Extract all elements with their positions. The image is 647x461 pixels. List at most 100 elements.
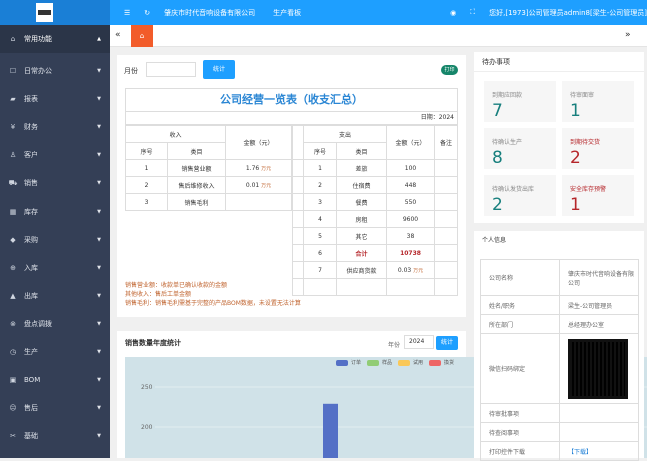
chevron-down-icon: ▼ — [97, 320, 101, 327]
sidebar-icon: ♙ — [9, 151, 17, 160]
unit: 万元 — [261, 182, 272, 189]
category: 餐费 — [336, 193, 387, 211]
todo-label: 到期待交货 — [570, 139, 601, 146]
chevron-down-icon: ▼ — [97, 349, 101, 355]
legend-label[interactable]: 试用 — [413, 360, 423, 366]
todo-title: 待办事项 — [474, 52, 644, 72]
unit: 万元 — [261, 165, 272, 172]
note: 销售营业额：收款单已确认收款的金额 — [125, 282, 228, 289]
summary-date: 日期：2024 — [125, 111, 458, 125]
sidebar-item[interactable]: ☹ 售后 ▼ — [0, 394, 110, 422]
info-key: 姓名/职务 — [480, 295, 560, 315]
chart-title: 销售数量年度统计 — [125, 339, 181, 347]
sidebar-item[interactable]: ◷ 生产 ▼ — [0, 338, 110, 366]
sidebar-item-label: 库存 — [24, 207, 38, 216]
todo-tile[interactable]: 待审面审 1 — [562, 81, 634, 122]
category: 销售毛利 — [167, 193, 226, 211]
todo-count: 1 — [570, 195, 581, 215]
todo-label: 待确认发货出库 — [492, 186, 535, 193]
amount-header: 金额（元） — [225, 125, 292, 160]
amount-header: 金额（元） — [386, 125, 435, 160]
scroll-left-icon[interactable]: « — [115, 30, 121, 40]
seq: 3 — [125, 193, 168, 211]
sidebar-icon: ⊗ — [10, 319, 16, 328]
table-row: 6 合计 10738 — [292, 244, 458, 262]
theme-icon[interactable]: ◉ — [450, 9, 456, 17]
company-link[interactable]: 肇庆市时代音响设备有限公司 — [164, 8, 255, 18]
sidebar-item[interactable]: ▦ 库存 ▼ — [0, 198, 110, 226]
seq: 5 — [303, 227, 337, 245]
seq: 7 — [303, 261, 337, 279]
info-value: 梁生-公司管理员 — [559, 295, 639, 315]
sidebar-icon: ◆ — [10, 235, 16, 244]
sidebar-item[interactable]: ✂ 基础 ▼ — [0, 422, 110, 450]
todo-label: 安全库存预警 — [570, 186, 607, 193]
chevron-down-icon: ▼ — [97, 124, 101, 131]
chevron-down-icon: ▼ — [97, 236, 101, 243]
seq: 2 — [125, 176, 168, 194]
sidebar-item[interactable]: ☐ 日常办公 ▼ — [0, 57, 110, 85]
seq: 2 — [303, 176, 337, 194]
sidebar-item[interactable]: ⊕ 入库 ▼ — [0, 254, 110, 282]
amount: 448 — [386, 176, 435, 194]
todo-label: 到期应回款 — [492, 92, 523, 99]
category: 销售营业额 — [167, 159, 226, 177]
table-row: 2 住宿费 448 — [292, 176, 458, 194]
legend-label[interactable]: 換货 — [444, 360, 454, 366]
tab-home[interactable]: ⌂ — [131, 25, 153, 47]
todo-tile[interactable]: 待确认生产 8 — [484, 128, 556, 169]
sidebar-icon: ▣ — [9, 376, 17, 385]
production-board-link[interactable]: 生产看板 — [273, 8, 301, 18]
scroll-right-icon[interactable]: » — [625, 30, 631, 40]
sidebar-item[interactable]: ◆ 采购 ▼ — [0, 226, 110, 254]
sidebar-item[interactable]: ♙ 客户 ▼ — [0, 141, 110, 169]
sidebar-item[interactable]: ⌂ 常用功能 ▲ — [0, 25, 110, 53]
print-button[interactable]: 打印 — [441, 65, 458, 75]
sidebar-item[interactable]: ⊗ 盘点调拨 ▼ — [0, 310, 110, 338]
sidebar-item-label: 盘点调拨 — [24, 319, 52, 328]
chevron-down-icon: ▼ — [97, 433, 101, 440]
sidebar-item-label: BOM — [24, 376, 41, 385]
sidebar-item[interactable]: ▣ BOM ▼ — [0, 366, 110, 394]
legend-swatch — [398, 359, 411, 366]
sidebar-item[interactable]: ⛟ 销售 ▼ — [0, 169, 110, 197]
remark-header: 备注 — [434, 125, 458, 160]
month-input[interactable] — [146, 62, 196, 77]
todo-count: 2 — [492, 195, 503, 215]
seq: 3 — [303, 193, 337, 211]
todo-tile[interactable]: 安全库存预警 1 — [562, 175, 634, 216]
legend-swatch — [367, 359, 380, 366]
year-input[interactable]: 2024 — [404, 335, 434, 349]
info-key: 待审批事项 — [480, 403, 560, 423]
sidebar-item-label: 销售 — [24, 179, 38, 188]
expense-header: 支出 — [303, 125, 387, 143]
qr-code — [568, 338, 628, 399]
legend-label[interactable]: 样品 — [382, 360, 392, 366]
category: 其它 — [336, 227, 387, 245]
todo-tile[interactable]: 到期待交货 2 — [562, 128, 634, 169]
fullscreen-icon[interactable]: ⛶ — [470, 8, 475, 17]
chevron-down-icon: ▼ — [97, 152, 101, 159]
legend-label[interactable]: 订单 — [351, 360, 361, 366]
sidebar-item[interactable]: ▰ 报表 ▼ — [0, 85, 110, 113]
chart-stat-button[interactable]: 统计 — [436, 336, 458, 350]
stat-button[interactable]: 统计 — [203, 60, 235, 79]
todo-tile[interactable]: 到期应回款 7 — [484, 81, 556, 122]
sidebar-item[interactable]: ▲ 出库 ▼ — [0, 282, 110, 310]
sidebar-icon: ◷ — [9, 348, 17, 356]
todo-tile[interactable]: 待确认发货出库 2 — [484, 175, 556, 216]
refresh-icon[interactable]: ↻ — [144, 9, 150, 17]
legend-swatch — [336, 359, 348, 366]
menu-toggle-icon[interactable]: ☰ — [124, 9, 130, 17]
todo-count: 8 — [492, 148, 503, 168]
sidebar-item-label: 财务 — [24, 123, 38, 132]
user-greeting[interactable]: 您好,[1973]公司管理员admin8[梁生-公司管理员] — [489, 8, 647, 18]
sidebar-icon: ⊕ — [10, 263, 16, 272]
chevron-down-icon: ▼ — [97, 292, 101, 299]
sidebar-item-label: 常用功能 — [24, 35, 52, 43]
summary-notes: 销售营业额：收款单已确认收款的金额 其他收入：售后工单金额 销售毛利：销售毛利需… — [125, 281, 301, 308]
seq: 1 — [303, 159, 337, 177]
amount: 38 — [386, 227, 435, 245]
info-value: 肇庆市时代音响设备有限公司 — [559, 259, 639, 296]
sidebar-item[interactable]: ¥ 财务 ▼ — [0, 113, 110, 141]
